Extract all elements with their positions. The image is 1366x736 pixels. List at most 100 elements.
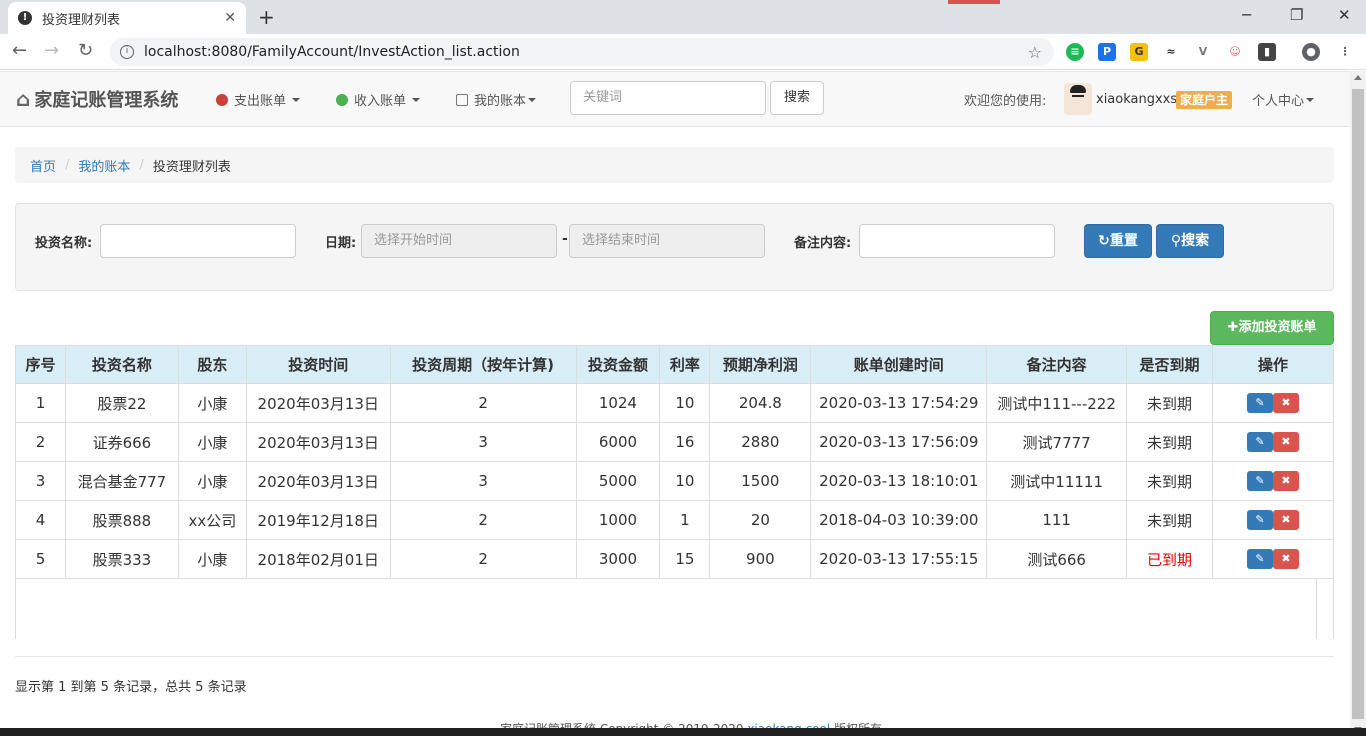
delete-x-icon[interactable]: ✖ — [1273, 393, 1299, 413]
brand[interactable]: ⌂ 家庭记账管理系统 — [16, 86, 178, 112]
cell-status: 未到期 — [1126, 500, 1214, 540]
cell-remark: 测试中11111 — [986, 461, 1128, 501]
extension-people-icon[interactable]: ☺ — [1226, 43, 1244, 61]
col-header[interactable]: 备注内容 — [986, 345, 1128, 384]
edit-pencil-icon[interactable]: ✎ — [1247, 549, 1273, 569]
extension-v-icon[interactable]: V — [1194, 43, 1212, 61]
col-header[interactable]: 投资周期（按年计算) — [389, 345, 577, 384]
reset-button[interactable]: ↻重置 — [1084, 224, 1152, 258]
cell-amount: 5000 — [575, 461, 661, 501]
cell-period: 2 — [389, 500, 577, 540]
cell-shareholder: xx公司 — [177, 500, 247, 540]
browser-tab[interactable]: ! 投资理财列表 ✕ — [8, 2, 246, 34]
scroll-thumb[interactable] — [1352, 89, 1364, 719]
breadcrumb-separator: / — [139, 157, 144, 173]
avatar[interactable] — [1064, 83, 1092, 115]
cell-rate: 10 — [659, 461, 711, 501]
breadcrumb: 首页 / 我的账本 / 投资理财列表 — [15, 147, 1334, 183]
nav-income-label: 收入账单 — [354, 94, 407, 109]
cell-invest-date: 2020年03月13日 — [245, 383, 391, 423]
remark-label: 备注内容: — [794, 236, 852, 251]
col-header[interactable]: 利率 — [659, 345, 711, 384]
cell-rate: 1 — [659, 500, 711, 540]
maximize-icon[interactable]: ❐ — [1290, 6, 1303, 24]
delete-x-icon[interactable]: ✖ — [1273, 549, 1299, 569]
nav-mybook-menu[interactable]: 我的账本 — [456, 90, 537, 109]
os-taskbar — [0, 728, 1366, 736]
extension-book-icon[interactable]: ▮ — [1258, 43, 1276, 61]
breadcrumb-separator: / — [65, 157, 70, 173]
nav-expense-menu[interactable]: 支出账单 — [216, 90, 301, 109]
col-header[interactable]: 股东 — [177, 345, 247, 384]
personal-center-menu[interactable]: 个人中心 — [1252, 90, 1315, 109]
col-header[interactable]: 序号 — [15, 345, 66, 384]
start-date-input[interactable]: 选择开始时间 — [361, 224, 557, 258]
extension-g-icon[interactable]: G — [1130, 43, 1148, 61]
table-row: 4 股票888 xx公司 2019年12月18日 2 1000 1 20 201… — [15, 500, 1334, 540]
remark-input[interactable] — [859, 224, 1055, 258]
extension-audio-icon[interactable]: ≡ — [1066, 43, 1084, 61]
window-accent — [948, 0, 1000, 4]
breadcrumb-home[interactable]: 首页 — [30, 156, 56, 175]
profile-icon[interactable]: ● — [1302, 43, 1320, 61]
nav-income-menu[interactable]: 收入账单 — [336, 90, 421, 109]
cell-index: 2 — [15, 422, 66, 462]
filter-search-button[interactable]: ⚲搜索 — [1156, 224, 1224, 258]
delete-x-icon[interactable]: ✖ — [1273, 471, 1299, 491]
pagination-info: 显示第 1 到第 5 条记录，总共 5 条记录 — [15, 680, 247, 695]
edit-pencil-icon[interactable]: ✎ — [1247, 393, 1273, 413]
extension-translate-icon[interactable]: ≈ — [1162, 43, 1180, 61]
cell-status: 未到期 — [1126, 461, 1214, 501]
reset-label: 重置 — [1109, 233, 1138, 249]
col-header[interactable]: 是否到期 — [1126, 345, 1214, 384]
caret-down-icon — [412, 97, 421, 102]
cell-index: 3 — [15, 461, 66, 501]
keyword-search-input[interactable]: 关键词 — [570, 81, 766, 115]
filter-panel: 投资名称: 日期: 选择开始时间 - 选择结束时间 备注内容: ↻重置 ⚲搜索 — [15, 203, 1334, 291]
col-header[interactable]: 投资时间 — [245, 345, 391, 384]
delete-x-icon[interactable]: ✖ — [1273, 510, 1299, 530]
cell-profit: 204.8 — [709, 383, 812, 423]
edit-pencil-icon[interactable]: ✎ — [1247, 432, 1273, 452]
back-icon[interactable]: ← — [12, 40, 27, 61]
invest-name-input[interactable] — [100, 224, 296, 258]
cell-invest-name: 股票22 — [64, 383, 179, 423]
minimize-icon[interactable]: ─ — [1242, 6, 1251, 24]
reload-icon[interactable]: ↻ — [78, 40, 93, 61]
close-window-icon[interactable]: ✕ — [1338, 6, 1351, 24]
extension-p-icon[interactable]: P — [1098, 43, 1116, 61]
col-header[interactable]: 账单创建时间 — [810, 345, 988, 384]
cell-amount: 1024 — [575, 383, 661, 423]
site-info-icon[interactable]: i — [120, 45, 134, 59]
new-tab-icon[interactable]: + — [258, 5, 275, 29]
edit-pencil-icon[interactable]: ✎ — [1247, 471, 1273, 491]
bookmark-star-icon[interactable]: ☆ — [1028, 43, 1042, 62]
cell-shareholder: 小康 — [177, 461, 247, 501]
role-badge: 家庭户主 — [1176, 91, 1233, 109]
edit-pencil-icon[interactable]: ✎ — [1247, 510, 1273, 530]
col-header[interactable]: 投资名称 — [64, 345, 179, 384]
scroll-up-icon[interactable] — [1354, 75, 1362, 80]
col-header[interactable]: 投资金额 — [575, 345, 661, 384]
end-date-input[interactable]: 选择结束时间 — [569, 224, 765, 258]
cell-created: 2020-03-13 18:10:01 — [810, 461, 988, 501]
navbar-search-button[interactable]: 搜索 — [770, 81, 824, 115]
cell-created: 2018-04-03 10:39:00 — [810, 500, 988, 540]
page-scrollbar[interactable] — [1350, 71, 1366, 736]
forward-icon[interactable]: → — [44, 40, 59, 61]
cell-rate: 15 — [659, 539, 711, 579]
add-invest-button[interactable]: ✚添加投资账单 — [1210, 311, 1334, 345]
cell-amount: 3000 — [575, 539, 661, 579]
book-icon — [456, 93, 468, 106]
browser-toolbar: ← → ↻ i localhost:8080/FamilyAccount/Inv… — [0, 34, 1366, 70]
delete-x-icon[interactable]: ✖ — [1273, 432, 1299, 452]
address-bar[interactable]: i localhost:8080/FamilyAccount/InvestAct… — [110, 38, 1054, 66]
breadcrumb-mybook[interactable]: 我的账本 — [78, 156, 130, 175]
col-header[interactable]: 预期净利润 — [709, 345, 812, 384]
cell-profit: 900 — [709, 539, 812, 579]
cell-profit: 20 — [709, 500, 812, 540]
cell-period: 2 — [389, 383, 577, 423]
menu-dots-icon[interactable]: ⋮ — [1336, 43, 1354, 61]
close-tab-icon[interactable]: ✕ — [224, 10, 236, 26]
cell-remark: 111 — [986, 500, 1128, 540]
